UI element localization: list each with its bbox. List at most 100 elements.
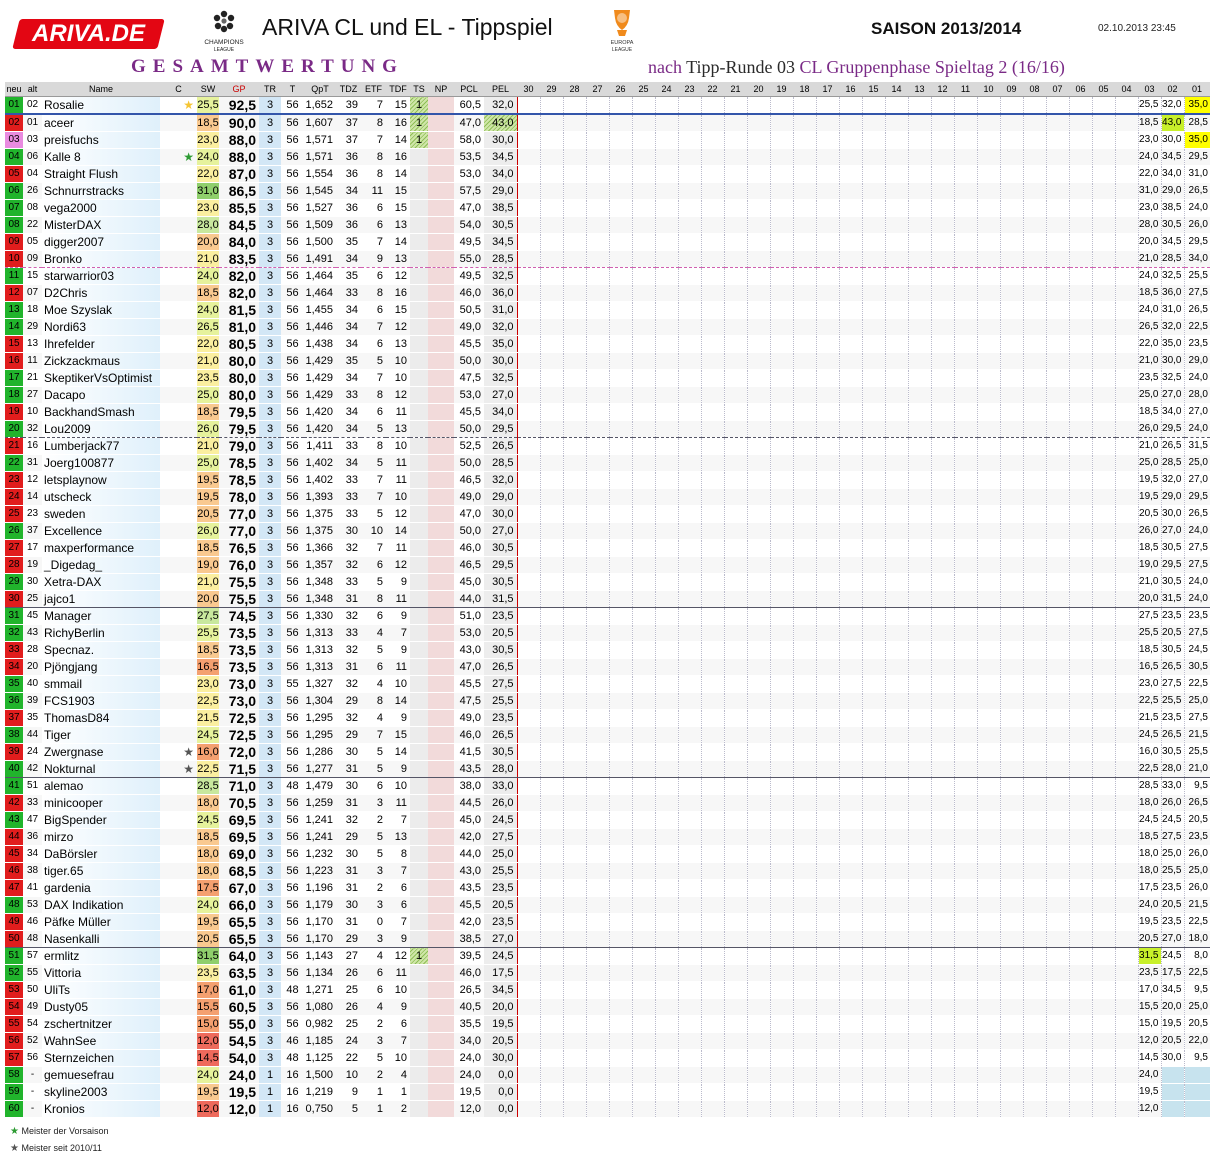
- table-row[interactable]: 60- Kronios 12,0 12,0 1 16 0,750 5 1 2 12,0 0,0 12,0: [5, 1100, 1210, 1118]
- table-row[interactable]: 12 07 D2Chris 18,5 82,0 3 56 1,464 33 8 16 46,0 36,0…: [5, 284, 1210, 302]
- player-name[interactable]: preisfuchs: [42, 131, 160, 149]
- table-row[interactable]: 17 21 SkeptikerVsOptimist 23,5 80,0 3 56 1,429 3…: [5, 369, 1210, 387]
- player-name[interactable]: utscheck: [42, 488, 160, 506]
- table-row[interactable]: 59- skyline2003 19,5 19,5 1 16 1,219 9 1 1 19,5 0,0…: [5, 1083, 1210, 1101]
- player-name[interactable]: BigSpender: [42, 811, 160, 829]
- table-row[interactable]: 49 46 Päfke Müller 19,5 65,5 3 56 1,170 31 0 7 42,0…: [5, 913, 1210, 931]
- player-name[interactable]: Kalle 8: [42, 148, 160, 166]
- table-row[interactable]: 20 32 Lou2009 26,0 79,5 3 56 1,420 34 5 13 50,0 29,5…: [5, 420, 1210, 438]
- player-name[interactable]: ThomasD84: [42, 709, 160, 727]
- table-row[interactable]: 11 15 starwarrior03 24,0 82,0 3 56 1,464 35 6 12 49…: [5, 267, 1210, 285]
- player-name[interactable]: UliTs: [42, 981, 160, 999]
- player-name[interactable]: Lumberjack77: [42, 437, 160, 455]
- player-name[interactable]: BackhandSmash: [42, 403, 160, 421]
- table-row[interactable]: 19 10 BackhandSmash 18,5 79,5 3 56 1,420 34 6 11 45…: [5, 403, 1210, 421]
- table-row[interactable]: 41 51 alemao 28,5 71,0 3 48 1,479 30 6 10 38,0 33,0 2…: [5, 777, 1210, 795]
- player-name[interactable]: Nasenkalli: [42, 930, 160, 948]
- player-name[interactable]: Zwergnase: [42, 743, 160, 761]
- table-row[interactable]: 14 29 Nordi63 26,5 81,0 3 56 1,446 34 7 12 49,0 32,0…: [5, 318, 1210, 336]
- player-name[interactable]: Dusty05: [42, 998, 160, 1016]
- player-name[interactable]: SkeptikerVsOptimist: [42, 369, 160, 387]
- player-name[interactable]: Excellence: [42, 522, 160, 540]
- player-name[interactable]: Manager: [42, 607, 160, 625]
- table-row[interactable]: 37 35 ThomasD84 21,5 72,5 3 56 1,295 32 4 9 49,0 23,…: [5, 709, 1210, 727]
- player-name[interactable]: zschertnitzer: [42, 1015, 160, 1033]
- player-name[interactable]: Tiger: [42, 726, 160, 744]
- table-row[interactable]: 36 39 FCS1903 22,5 73,0 3 56 1,304 29 8 14 47,5 25,5…: [5, 692, 1210, 710]
- table-row[interactable]: 29 30 Xetra-DAX 21,0 75,5 3 56 1,348 33 5 9 45,0 30,…: [5, 573, 1210, 591]
- table-row[interactable]: 46 38 tiger.65 18,0 68,5 3 56 1,223 31 3 7 43,0 25,5…: [5, 862, 1210, 880]
- table-row[interactable]: 05 04 Straight Flush 22,0 87,0 3 56 1,554 36 8 14 5…: [5, 165, 1210, 183]
- player-name[interactable]: gardenia: [42, 879, 160, 897]
- table-row[interactable]: 45 34 DaBörsler 18,0 69,0 3 56 1,232 30 5 8 44,0 25,…: [5, 845, 1210, 863]
- table-row[interactable]: 43 47 BigSpender 24,5 69,5 3 56 1,241 32 2 7 45,0 24…: [5, 811, 1210, 829]
- table-row[interactable]: 08 22 MisterDAX 28,0 84,5 3 56 1,509 36 6 13 54,0 30…: [5, 216, 1210, 234]
- table-row[interactable]: 40 42 Nokturnal ★ 22,5 71,5 3 56 1,277 31 5 9 43,5 28…: [5, 760, 1210, 778]
- table-row[interactable]: 33 28 Specnaz. 18,5 73,5 3 56 1,313 32 5 9 43,0 30,5…: [5, 641, 1210, 659]
- table-row[interactable]: 42 33 minicooper 18,0 70,5 3 56 1,259 31 3 11 44,5 2…: [5, 794, 1210, 812]
- player-name[interactable]: maxperformance: [42, 539, 160, 557]
- table-row[interactable]: 47 41 gardenia 17,5 67,0 3 56 1,196 31 2 6 43,5 23,5…: [5, 879, 1210, 897]
- table-row[interactable]: 48 53 DAX Indikation 24,0 66,0 3 56 1,179 30 3 6 45…: [5, 896, 1210, 914]
- table-row[interactable]: 55 54 zschertnitzer 15,0 55,0 3 56 0,982 25 2 6 35,…: [5, 1015, 1210, 1033]
- player-name[interactable]: Dacapo: [42, 386, 160, 404]
- player-name[interactable]: _Digedag_: [42, 556, 160, 574]
- table-row[interactable]: 52 55 Vittoria 23,5 63,5 3 56 1,134 26 6 11 46,0 17,…: [5, 964, 1210, 982]
- table-row[interactable]: 26 37 Excellence 26,0 77,0 3 56 1,375 30 10 14 50,0…: [5, 522, 1210, 540]
- table-row[interactable]: 58- gemuesefrau 24,0 24,0 1 16 1,500 10 2 4 24,0 0,…: [5, 1066, 1210, 1084]
- player-name[interactable]: Päfke Müller: [42, 913, 160, 931]
- table-row[interactable]: 56 52 WahnSee 12,0 54,5 3 46 1,185 24 3 7 34,0 20,5 1…: [5, 1032, 1210, 1050]
- table-row[interactable]: 34 20 Pjöngjang 16,5 73,5 3 56 1,313 31 6 11 47,0 26…: [5, 658, 1210, 676]
- player-name[interactable]: minicooper: [42, 794, 160, 812]
- table-row[interactable]: 35 40 smmail 23,0 73,0 3 55 1,327 32 4 10 45,5 27,5 2…: [5, 675, 1210, 693]
- player-name[interactable]: Schnurrstracks: [42, 182, 160, 200]
- player-name[interactable]: Rosalie: [42, 96, 160, 115]
- player-name[interactable]: Ihrefelder: [42, 335, 160, 353]
- table-row[interactable]: 31 45 Manager 27,5 74,5 3 56 1,330 32 6 9 51,0 23,5 2…: [5, 607, 1210, 625]
- player-name[interactable]: Xetra-DAX: [42, 573, 160, 591]
- table-row[interactable]: 30 25 jajco1 20,0 75,5 3 56 1,348 31 8 11 44,0 31,5 2…: [5, 590, 1210, 608]
- player-name[interactable]: Lou2009: [42, 420, 160, 438]
- player-name[interactable]: Pjöngjang: [42, 658, 160, 676]
- table-row[interactable]: 09 05 digger2007 20,0 84,0 3 56 1,500 35 7 14 49,5 3…: [5, 233, 1210, 251]
- table-row[interactable]: 57 56 Sternzeichen 14,5 54,0 3 48 1,125 22 5 10 24,…: [5, 1049, 1210, 1067]
- player-name[interactable]: starwarrior03: [42, 267, 160, 285]
- table-row[interactable]: 39 24 Zwergnase ★ 16,0 72,0 3 56 1,286 30 5 14 41,5 3…: [5, 743, 1210, 761]
- table-row[interactable]: 25 23 sweden 20,5 77,0 3 56 1,375 33 5 12 47,0 30,0 2…: [5, 505, 1210, 523]
- table-row[interactable]: 44 36 mirzo 18,5 69,5 3 56 1,241 29 5 13 42,0 27,5 18…: [5, 828, 1210, 846]
- player-name[interactable]: Straight Flush: [42, 165, 160, 183]
- table-row[interactable]: 24 14 utscheck 19,5 78,0 3 56 1,393 33 7 10 49,0 29,…: [5, 488, 1210, 506]
- table-row[interactable]: 50 48 Nasenkalli 20,5 65,5 3 56 1,170 29 3 9 38,5 27…: [5, 930, 1210, 948]
- player-name[interactable]: smmail: [42, 675, 160, 693]
- table-row[interactable]: 10 09 Bronko 21,0 83,5 3 56 1,491 34 9 13 55,0 28,5 2…: [5, 250, 1210, 268]
- table-row[interactable]: 03 03 preisfuchs 23,0 88,0 3 56 1,571 37 7 14 1 58,0…: [5, 131, 1210, 149]
- table-row[interactable]: 54 49 Dusty05 15,5 60,5 3 56 1,080 26 4 9 40,5 20,0 1…: [5, 998, 1210, 1016]
- player-name[interactable]: MisterDAX: [42, 216, 160, 234]
- table-row[interactable]: 38 44 Tiger 24,5 72,5 3 56 1,295 29 7 15 46,0 26,5 24…: [5, 726, 1210, 744]
- player-name[interactable]: gemuesefrau: [42, 1066, 160, 1084]
- table-row[interactable]: 23 12 letsplaynow 19,5 78,5 3 56 1,402 33 7 11 46,5…: [5, 471, 1210, 489]
- player-name[interactable]: FCS1903: [42, 692, 160, 710]
- table-row[interactable]: 21 16 Lumberjack77 21,0 79,0 3 56 1,411 33 8 10 52,…: [5, 437, 1210, 455]
- player-name[interactable]: DaBörsler: [42, 845, 160, 863]
- player-name[interactable]: D2Chris: [42, 284, 160, 302]
- player-name[interactable]: tiger.65: [42, 862, 160, 880]
- player-name[interactable]: jajco1: [42, 590, 160, 608]
- table-row[interactable]: 32 43 RichyBerlin 25,5 73,5 3 56 1,313 33 4 7 53,0 2…: [5, 624, 1210, 642]
- player-name[interactable]: Zickzackmaus: [42, 352, 160, 370]
- player-name[interactable]: Joerg100877: [42, 454, 160, 472]
- player-name[interactable]: digger2007: [42, 233, 160, 251]
- table-row[interactable]: 53 50 UliTs 17,0 61,0 3 48 1,271 25 6 10 26,5 34,5 17…: [5, 981, 1210, 999]
- player-name[interactable]: ermlitz: [42, 947, 160, 965]
- player-name[interactable]: mirzo: [42, 828, 160, 846]
- player-name[interactable]: Vittoria: [42, 964, 160, 982]
- player-name[interactable]: DAX Indikation: [42, 896, 160, 914]
- table-row[interactable]: 22 31 Joerg100877 25,0 78,5 3 56 1,402 34 5 11 50,0…: [5, 454, 1210, 472]
- player-name[interactable]: Bronko: [42, 250, 160, 268]
- table-row[interactable]: 18 27 Dacapo 25,0 80,0 3 56 1,429 33 8 12 53,0 27,0 2…: [5, 386, 1210, 404]
- table-row[interactable]: 13 18 Moe Szyslak 24,0 81,5 3 56 1,455 34 6 15 50,5…: [5, 301, 1210, 319]
- player-name[interactable]: Moe Szyslak: [42, 301, 160, 319]
- table-row[interactable]: 28 19 _Digedag_ 19,0 76,0 3 56 1,357 32 6 12 46,5 29…: [5, 556, 1210, 574]
- table-row[interactable]: 07 08 vega2000 23,0 85,5 3 56 1,527 36 6 15 47,0 38,…: [5, 199, 1210, 217]
- player-name[interactable]: aceer: [42, 114, 160, 132]
